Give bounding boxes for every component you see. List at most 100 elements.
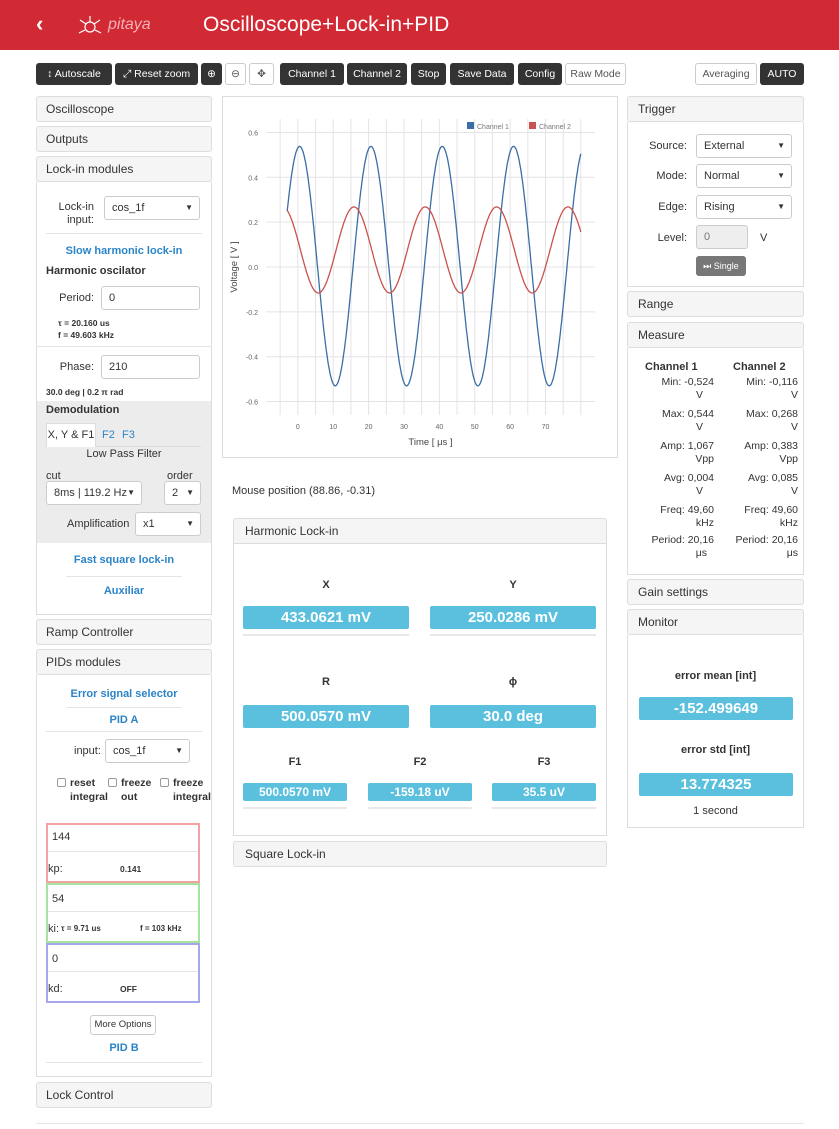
legend-label-channel2: Channel 2 xyxy=(539,124,571,131)
raw-mode-button[interactable]: Raw Mode xyxy=(565,63,626,85)
lockin-input-label: Lock-in input: xyxy=(58,201,94,226)
error-signal-selector-link[interactable]: Error signal selector xyxy=(36,688,212,700)
slow-harmonic-lockin-link[interactable]: Slow harmonic lock-in xyxy=(36,245,212,257)
fast-square-lockin-link[interactable]: Fast square lock-in xyxy=(36,554,212,566)
zoom-out-icon[interactable]: ⊖ xyxy=(225,63,246,85)
tab-xyf1[interactable]: X, Y & F1 xyxy=(46,423,96,447)
panel-ramp-controller[interactable]: Ramp Controller xyxy=(36,619,212,645)
phase-label: Phase: xyxy=(59,361,94,373)
averaging-button[interactable]: Averaging xyxy=(695,63,757,85)
panel-outputs[interactable]: Outputs xyxy=(36,126,212,152)
reset-zoom-button[interactable]: ⤢ Reset zoom xyxy=(115,63,198,85)
cut-select[interactable]: 8ms | 119.2 Hz ▼ xyxy=(46,481,142,505)
harmonic-osc-title: Harmonic oscilator xyxy=(46,265,146,277)
oscilloscope-chart-panel: 0.6 0.4 0.2 0.0 -0.2 -0.4 -0.6 0 10 20 30 40 50 60 70 T… xyxy=(222,96,618,458)
period-input[interactable]: 0 xyxy=(101,286,200,310)
lockin-input-select[interactable]: cos_1f ▼ xyxy=(104,196,200,220)
amplification-select[interactable]: x1 ▼ xyxy=(135,512,201,536)
kp-value[interactable]: 144 xyxy=(52,831,70,843)
panel-lockin-modules[interactable]: Lock-in modules xyxy=(36,156,212,182)
channel2-button[interactable]: Channel 2 xyxy=(347,63,407,85)
x-value: 433.0621 mV xyxy=(243,606,409,629)
mode-label: Mode: xyxy=(656,170,687,182)
square-lockin-header[interactable]: Square Lock-in xyxy=(233,841,607,867)
freeze-integral-label: freeze integral xyxy=(173,777,211,803)
divider xyxy=(46,1062,202,1063)
level-label: Level: xyxy=(657,232,687,244)
source-select[interactable]: External ▼ xyxy=(696,134,792,158)
y-tick-label: -0.4 xyxy=(246,355,258,362)
level-input[interactable]: 0 xyxy=(696,225,748,249)
ki-box: 54 ki: τ = 9.71 us f = 103 kHz xyxy=(46,883,200,943)
kd-label: kd: xyxy=(48,983,63,995)
stop-button[interactable]: Stop xyxy=(411,63,446,85)
app-title: Oscilloscope+Lock-in+PID xyxy=(203,13,450,36)
f1-value: 500.0570 mV xyxy=(243,783,347,801)
panel-gain-settings[interactable]: Gain settings xyxy=(627,579,804,605)
reset-integral-checkbox[interactable] xyxy=(57,778,66,787)
panel-lock-control[interactable]: Lock Control xyxy=(36,1082,212,1108)
reset-integral-label: reset integral xyxy=(70,777,108,803)
phase-input[interactable]: 210 xyxy=(101,355,200,379)
pid-a-link[interactable]: PID A xyxy=(36,714,212,726)
r-label: R xyxy=(322,676,330,688)
ki-value[interactable]: 54 xyxy=(52,893,64,905)
more-options-button[interactable]: More Options xyxy=(90,1015,156,1035)
f3-bar xyxy=(492,807,596,809)
ch2-period: Period: 20,16 μs xyxy=(735,534,798,559)
zoom-in-icon[interactable]: ⊕ xyxy=(201,63,222,85)
ki-label: ki: xyxy=(48,923,59,935)
divider xyxy=(36,346,212,347)
harmonic-lockin-header[interactable]: Harmonic Lock-in xyxy=(233,518,607,544)
back-icon[interactable]: ‹ xyxy=(36,12,43,36)
kd-value[interactable]: 0 xyxy=(52,953,58,965)
measure-ch1-header: Channel 1 xyxy=(645,361,698,373)
freeze-integral-checkbox[interactable] xyxy=(160,778,169,787)
panel-measure[interactable]: Measure xyxy=(627,322,804,348)
move-icon[interactable]: ✥ xyxy=(249,63,274,85)
panel-pids-modules[interactable]: PIDs modules xyxy=(36,649,212,675)
save-data-button[interactable]: Save Data xyxy=(450,63,514,85)
ch2-min: Min: -0,116 V xyxy=(746,376,798,401)
single-button[interactable]: ⏭ Single xyxy=(696,256,746,276)
source-label: Source: xyxy=(649,140,687,152)
legend-label-channel1: Channel 1 xyxy=(477,124,509,131)
phase-info: 30.0 deg | 0.2 π rad xyxy=(46,387,124,397)
f1-bar xyxy=(243,807,347,809)
tab-f2[interactable]: F2 xyxy=(102,429,115,441)
monitor-body xyxy=(627,635,804,828)
panel-oscilloscope[interactable]: Oscilloscope xyxy=(36,96,212,122)
period-label: Period: xyxy=(59,292,94,304)
order-select[interactable]: 2 ▼ xyxy=(164,481,201,505)
edge-select[interactable]: Rising ▼ xyxy=(696,195,792,219)
tab-f3[interactable]: F3 xyxy=(122,429,135,441)
kd-info: OFF xyxy=(120,984,137,994)
config-button[interactable]: Config xyxy=(518,63,562,85)
panel-trigger[interactable]: Trigger xyxy=(627,96,804,122)
auto-button[interactable]: AUTO xyxy=(760,63,804,85)
pid-b-link[interactable]: PID B xyxy=(36,1042,212,1054)
panel-range[interactable]: Range xyxy=(627,291,804,317)
auxiliar-link[interactable]: Auxiliar xyxy=(36,585,212,597)
oscilloscope-chart[interactable]: 0.6 0.4 0.2 0.0 -0.2 -0.4 -0.6 0 10 20 30 40 50 60 70 T… xyxy=(223,97,617,457)
panel-monitor[interactable]: Monitor xyxy=(627,609,804,635)
footer-divider xyxy=(36,1123,804,1124)
brand-name: pitaya xyxy=(108,16,151,33)
mode-select[interactable]: Normal ▼ xyxy=(696,164,792,188)
channel1-button[interactable]: Channel 1 xyxy=(280,63,344,85)
x-axis-label: Time [ μs ] xyxy=(408,437,452,448)
ch2-max: Max: 0,268 V xyxy=(746,408,798,433)
ch1-freq: Freq: 49,60 kHz xyxy=(660,504,714,529)
divider xyxy=(66,707,182,708)
freeze-out-checkbox[interactable] xyxy=(108,778,117,787)
autoscale-button[interactable]: ↕ Autoscale xyxy=(36,63,112,85)
pid-input-select[interactable]: cos_1f ▼ xyxy=(105,739,190,763)
low-pass-filter-label: Low Pass Filter xyxy=(86,448,162,460)
pid-input-label: input: xyxy=(74,745,101,757)
caret-down-icon: ▼ xyxy=(186,519,194,528)
y-value: 250.0286 mV xyxy=(430,606,596,629)
ch2-avg: Avg: 0,085 V xyxy=(747,472,798,497)
kd-box: 0 kd: OFF xyxy=(46,943,200,1003)
y-tick-label: 0.2 xyxy=(248,220,258,227)
y-tick-label: -0.2 xyxy=(246,310,258,317)
